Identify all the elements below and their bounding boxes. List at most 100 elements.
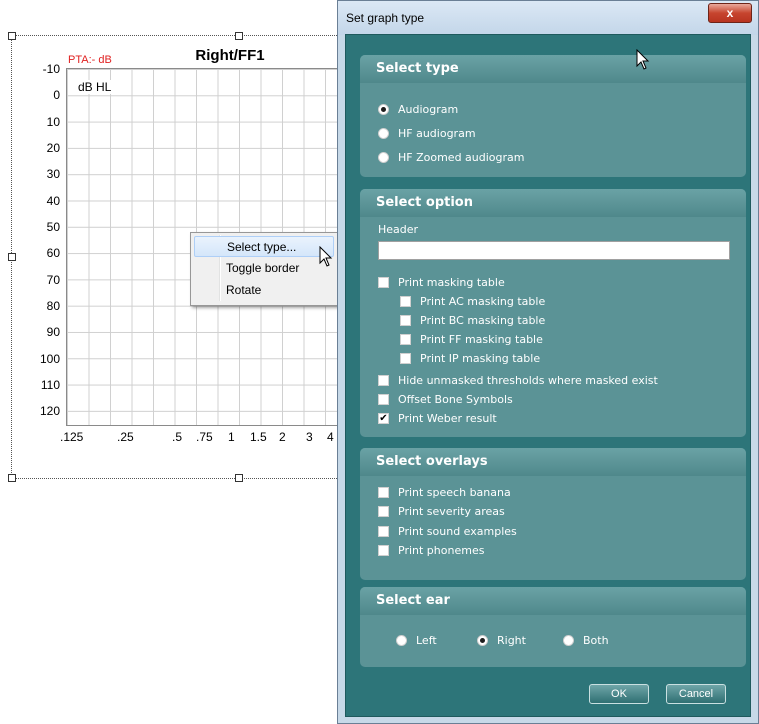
checkbox-ff-masking[interactable]: Print FF masking table [400,333,543,346]
checkbox-icon [378,506,389,517]
checkbox-label: Print BC masking table [420,314,546,327]
close-button[interactable]: x [708,3,752,23]
checkbox-label: Print phonemes [398,544,485,557]
mouse-pointer-icon [636,49,650,70]
x-tick: .125 [60,430,84,444]
checkbox-label: Print FF masking table [420,333,543,346]
x-tick: 2 [279,430,286,444]
select-option-panel: Select option Header Print masking table… [360,189,746,437]
unit-label: dB HL [76,80,114,94]
radio-label: HF audiogram [398,127,476,140]
checkbox-icon [378,394,389,405]
radio-selected-icon [477,635,488,646]
select-type-panel: Select type Audiogram HF audiogram HF Zo… [360,55,746,177]
set-graph-type-dialog: Set graph type x Select type Audiogram H… [337,0,759,724]
checkbox-icon [378,375,389,386]
radio-icon [563,635,574,646]
checkbox-label: Print masking table [398,276,505,289]
panel-heading: Select overlays [360,448,746,476]
radio-ear-left[interactable]: Left [396,634,437,647]
y-tick: 120 [39,404,60,418]
audiogram-title: Right/FF1 [195,47,265,64]
resize-handle[interactable] [8,474,16,482]
menu-item-select-type[interactable]: Select type... [194,236,334,257]
checkbox-icon [400,353,411,364]
pta-label: PTA:- dB [68,54,112,66]
radio-label: Both [583,634,609,647]
radio-selected-icon [378,104,389,115]
checkbox-ac-masking[interactable]: Print AC masking table [400,295,545,308]
radio-label: Left [416,634,437,647]
dialog-body: Select type Audiogram HF audiogram HF Zo… [345,34,751,717]
y-tick: 60 [46,246,60,260]
context-menu: Select type... Toggle border Rotate [190,232,340,306]
checkbox-label: Print severity areas [398,505,505,518]
radio-hf-audiogram[interactable]: HF audiogram [378,127,476,140]
radio-icon [396,635,407,646]
resize-handle[interactable] [8,32,16,40]
resize-handle[interactable] [235,474,243,482]
y-tick: 20 [46,141,60,155]
checkbox-sound-examples[interactable]: Print sound examples [378,525,517,538]
x-tick: 3 [306,430,313,444]
y-tick: 40 [46,194,60,208]
menu-item-toggle-border[interactable]: Toggle border [194,258,334,279]
checkbox-label: Print speech banana [398,486,511,499]
checkbox-label: Print IP masking table [420,352,541,365]
checkbox-speech-banana[interactable]: Print speech banana [378,486,511,499]
x-tick: 4 [327,430,334,444]
checkbox-icon [400,296,411,307]
y-tick: 30 [46,167,60,181]
y-tick: 50 [46,220,60,234]
y-tick: -10 [42,62,60,76]
y-tick: 10 [46,115,60,129]
panel-heading: Select ear [360,587,746,615]
dialog-title-bar[interactable]: Set graph type x [338,1,758,35]
checkbox-hide-unmasked[interactable]: Hide unmasked thresholds where masked ex… [378,374,658,387]
panel-heading: Select type [360,55,746,83]
header-label: Header [378,223,419,236]
checkbox-print-masking-table[interactable]: Print masking table [378,276,505,289]
cancel-button[interactable]: Cancel [666,684,726,704]
checkbox-severity-areas[interactable]: Print severity areas [378,505,505,518]
x-tick: .25 [117,430,134,444]
radio-icon [378,128,389,139]
select-ear-panel: Select ear Left Right Both [360,587,746,667]
checkbox-ip-masking[interactable]: Print IP masking table [400,352,540,365]
radio-label: Right [497,634,526,647]
radio-ear-both[interactable]: Both [563,634,609,647]
x-tick: 1 [228,430,235,444]
resize-handle[interactable] [235,32,243,40]
x-tick: 1.5 [250,430,267,444]
radio-label: HF Zoomed audiogram [398,151,525,164]
y-tick: 100 [39,352,60,366]
resize-handle[interactable] [8,253,16,261]
y-tick: 90 [46,325,60,339]
checkbox-label: Hide unmasked thresholds where masked ex… [398,374,658,387]
checkbox-icon [378,545,389,556]
checkbox-bc-masking[interactable]: Print BC masking table [400,314,545,327]
radio-ear-right[interactable]: Right [477,634,526,647]
menu-item-rotate[interactable]: Rotate [194,280,334,301]
radio-label: Audiogram [398,103,459,116]
radio-audiogram[interactable]: Audiogram [378,103,458,116]
header-input[interactable] [378,241,730,260]
y-tick: 0 [53,88,60,102]
checkbox-phonemes[interactable]: Print phonemes [378,544,484,557]
checkbox-icon [378,277,389,288]
y-tick: 80 [46,299,60,313]
y-tick: 110 [40,378,60,392]
checkbox-label: Print Weber result [398,412,497,425]
dialog-title: Set graph type [346,11,425,25]
radio-icon [378,152,389,163]
x-tick: .75 [196,430,213,444]
radio-hf-zoomed-audiogram[interactable]: HF Zoomed audiogram [378,151,525,164]
checkbox-print-weber[interactable]: ✔ Print Weber result [378,412,497,425]
mouse-pointer-icon [319,246,333,267]
y-tick: 70 [46,273,60,287]
select-overlays-panel: Select overlays Print speech banana Prin… [360,448,746,580]
checkbox-offset-bone[interactable]: Offset Bone Symbols [378,393,513,406]
ok-button[interactable]: OK [589,684,649,704]
checkbox-label: Print sound examples [398,525,517,538]
checkbox-icon [400,315,411,326]
